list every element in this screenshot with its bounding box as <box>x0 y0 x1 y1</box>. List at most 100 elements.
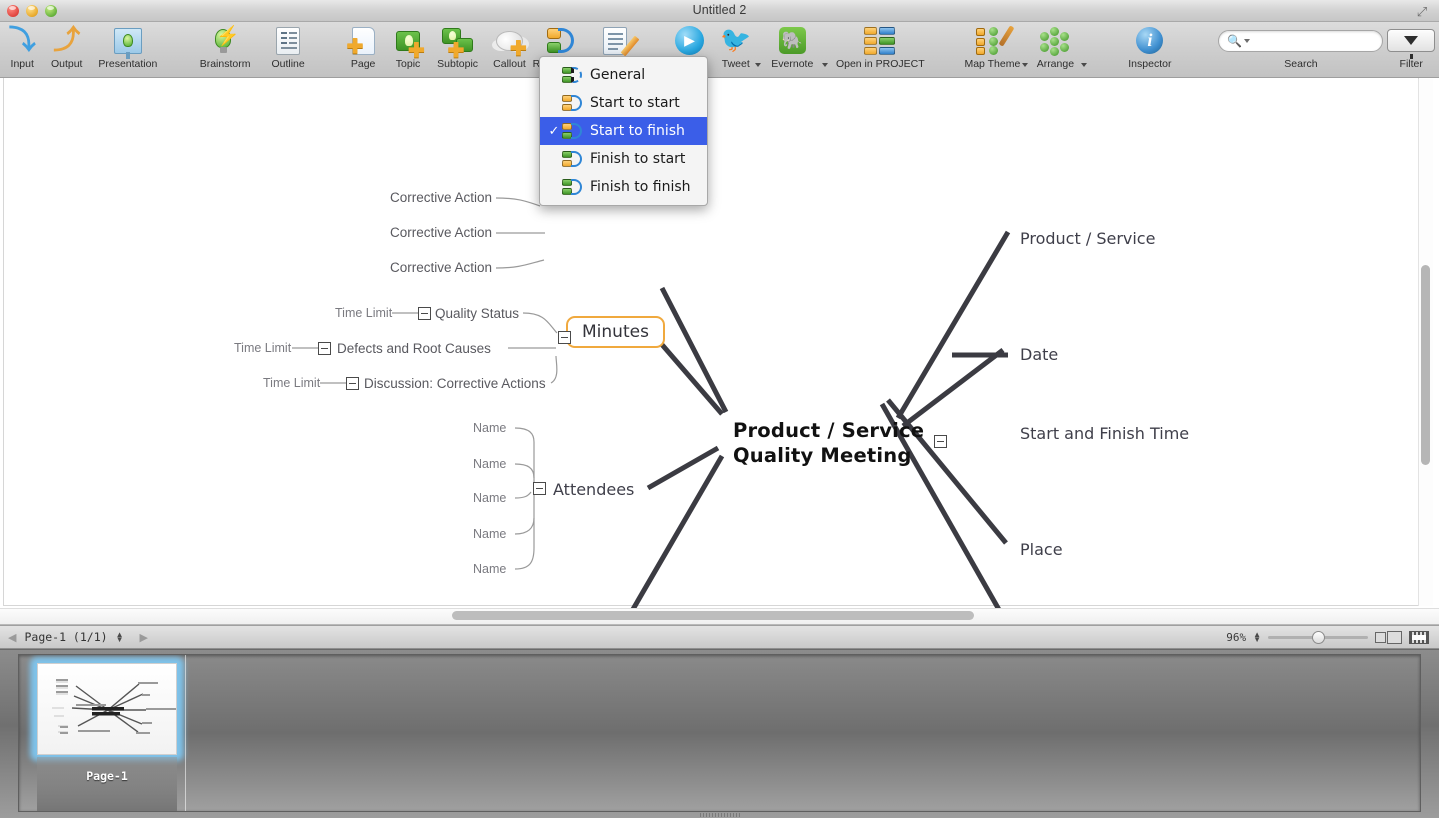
subtopic-corrective-action-3[interactable]: Corrective Action <box>390 260 492 275</box>
mindmap-canvas[interactable]: Product / Service Quality Meeting Produc… <box>0 78 1439 608</box>
toolbar-button-arrange[interactable]: Arrange <box>1026 22 1088 70</box>
menu-item-finish-to-finish[interactable]: Finish to finish <box>540 173 707 201</box>
search-label: Search <box>1284 58 1318 70</box>
central-topic[interactable]: Product / Service Quality Meeting <box>733 418 924 468</box>
menu-item-general[interactable]: General <box>540 61 707 89</box>
mindmap-connectors <box>292 197 1011 608</box>
zoom-slider[interactable] <box>1268 630 1368 644</box>
toolbar-label: Tweet <box>721 58 750 70</box>
toolbar-button-tweet[interactable]: 🐦 Tweet <box>713 22 761 70</box>
filter-button-wrap <box>1387 25 1436 59</box>
thumbnail-page-1[interactable] <box>37 663 177 755</box>
toolbar-button-input[interactable]: ⤵ Input <box>0 22 44 71</box>
map-theme-brush-icon <box>976 24 1015 56</box>
subtopic-corrective-action-1[interactable]: Corrective Action <box>390 190 492 205</box>
fullscreen-arrows-icon[interactable]: ⤢ <box>1411 3 1433 20</box>
toolbar-button-topic[interactable]: ✚ Topic <box>385 22 430 70</box>
zoom-slider-knob[interactable] <box>1312 630 1325 644</box>
thumbnail-divider <box>185 655 186 811</box>
search-input[interactable] <box>1254 34 1397 47</box>
central-topic-line2: Quality Meeting <box>733 444 912 467</box>
leaf-time-limit-3[interactable]: Time Limit <box>263 376 320 390</box>
toolbar-button-open-in-project[interactable]: Open in PROJECT <box>826 22 935 70</box>
subtopic-discussion-corrective-actions[interactable]: Discussion: Corrective Actions <box>364 376 546 391</box>
subtopic-defects-root-causes[interactable]: Defects and Root Causes <box>337 341 491 356</box>
title-bar: Untitled 2 ⤢ <box>0 0 1439 22</box>
relationship-start-start-icon <box>562 94 586 112</box>
panel-resize-grip[interactable] <box>700 813 740 817</box>
split-view-icon[interactable] <box>1375 630 1402 644</box>
collapse-toggle-start-finish-time[interactable] <box>934 435 947 448</box>
leaf-attendee-3[interactable]: Name <box>473 491 506 505</box>
toolbar-search[interactable]: 🔍 Search <box>1218 22 1397 70</box>
prev-page-arrow-icon[interactable]: ◀ <box>0 631 24 644</box>
thumbnail-scroll-area[interactable]: Page-1 <box>18 654 1421 812</box>
collapse-toggle-attendees[interactable] <box>533 482 546 495</box>
relationship-start-finish-icon <box>562 122 586 140</box>
collapse-toggle-defects[interactable] <box>318 342 331 355</box>
collapse-toggle-discussion[interactable] <box>346 377 359 390</box>
page-indicator: Page-1 (1/1) <box>24 630 108 644</box>
menu-item-start-to-finish[interactable]: ✓ Start to finish <box>540 117 707 145</box>
branch-minutes[interactable]: Minutes <box>566 316 665 348</box>
collapse-toggle-minutes[interactable] <box>558 331 571 344</box>
filter-funnel-icon <box>1404 36 1419 59</box>
callout-cloud-icon: ✚ <box>495 25 527 59</box>
toolbar-button-presentation[interactable]: Presentation <box>89 22 167 70</box>
horizontal-scrollbar-thumb[interactable] <box>452 611 974 620</box>
add-topic-icon: ✚ <box>396 25 425 61</box>
branch-place[interactable]: Place <box>1020 540 1063 559</box>
toolbar-button-page[interactable]: ✚ Page <box>341 22 385 70</box>
toolbar-button-output[interactable]: ⤴ Output <box>44 22 88 71</box>
next-page-arrow-icon[interactable]: ▶ <box>131 631 155 644</box>
window-title: Untitled 2 <box>692 3 747 17</box>
menu-item-label: Start to start <box>590 95 680 111</box>
toolbar-button-callout[interactable]: ✚ Callout <box>484 22 534 70</box>
toolbar-label: Arrange <box>1036 58 1075 70</box>
menu-item-finish-to-start[interactable]: Finish to start <box>540 145 707 173</box>
page-stepper-icon[interactable]: ▲ ▼ <box>116 631 124 644</box>
menu-item-label: Start to finish <box>590 123 685 139</box>
toolbar-button-brainstorm[interactable]: ⚡ Brainstorm <box>191 22 260 71</box>
menu-item-label: General <box>590 67 646 83</box>
branch-start-finish-time[interactable]: Start and Finish Time <box>1020 424 1189 443</box>
subtopic-quality-status[interactable]: Quality Status <box>435 306 519 321</box>
toolbar-button-outline[interactable]: Outline <box>259 22 316 70</box>
evernote-elephant-icon: 🐘 <box>778 25 806 56</box>
menu-item-start-to-start[interactable]: Start to start <box>540 89 707 117</box>
collapse-toggle-quality-status[interactable] <box>418 307 431 320</box>
toolbar-button-map-theme[interactable]: Map Theme <box>959 22 1028 70</box>
branch-product-service[interactable]: Product / Service <box>1020 229 1155 248</box>
page-thumbnail-panel: Page-1 <box>0 649 1439 818</box>
vertical-scrollbar-thumb[interactable] <box>1421 265 1430 465</box>
twitter-bird-icon: 🐦 <box>720 26 752 54</box>
chevron-down-icon[interactable] <box>1081 63 1088 67</box>
toolbar-label: Output <box>50 58 83 70</box>
leaf-attendee-2[interactable]: Name <box>473 457 506 471</box>
relationship-type-menu[interactable]: General Start to start ✓ Start to finish <box>539 56 708 206</box>
filmstrip-view-icon[interactable] <box>1409 630 1429 644</box>
search-input-box[interactable]: 🔍 <box>1218 29 1397 52</box>
chevron-down-icon[interactable] <box>1244 38 1251 43</box>
toolbar-button-filter[interactable]: Filter <box>1383 22 1439 70</box>
toolbar-button-inspector[interactable]: i Inspector <box>1117 22 1184 70</box>
minutes-label: Minutes <box>582 322 649 342</box>
note-pencil-icon <box>603 25 640 56</box>
skype-icon: ▶ <box>674 25 704 56</box>
toolbar-label: Input <box>10 58 34 70</box>
leaf-time-limit-2[interactable]: Time Limit <box>234 341 291 355</box>
subtopic-corrective-action-2[interactable]: Corrective Action <box>390 225 492 240</box>
leaf-attendee-1[interactable]: Name <box>473 421 506 435</box>
branch-attendees[interactable]: Attendees <box>553 480 634 499</box>
zoom-stepper-icon[interactable]: ▲ ▼ <box>1253 631 1261 644</box>
toolbar-button-subtopic[interactable]: ✚ Subtopic <box>431 22 485 70</box>
leaf-attendee-5[interactable]: Name <box>473 562 506 576</box>
leaf-time-limit-1[interactable]: Time Limit <box>335 306 392 320</box>
leaf-attendee-4[interactable]: Name <box>473 527 506 541</box>
toolbar-button-evernote[interactable]: 🐘 Evernote <box>759 22 828 70</box>
central-topic-line1: Product / Service <box>733 419 925 442</box>
toolbar-label: Inspector <box>1128 58 1172 70</box>
toolbar-label: Outline <box>271 58 305 70</box>
branch-date[interactable]: Date <box>1020 345 1058 364</box>
status-bar: ◀ Page-1 (1/1) ▲ ▼ ▶ 96% ▲ ▼ <box>0 625 1439 649</box>
